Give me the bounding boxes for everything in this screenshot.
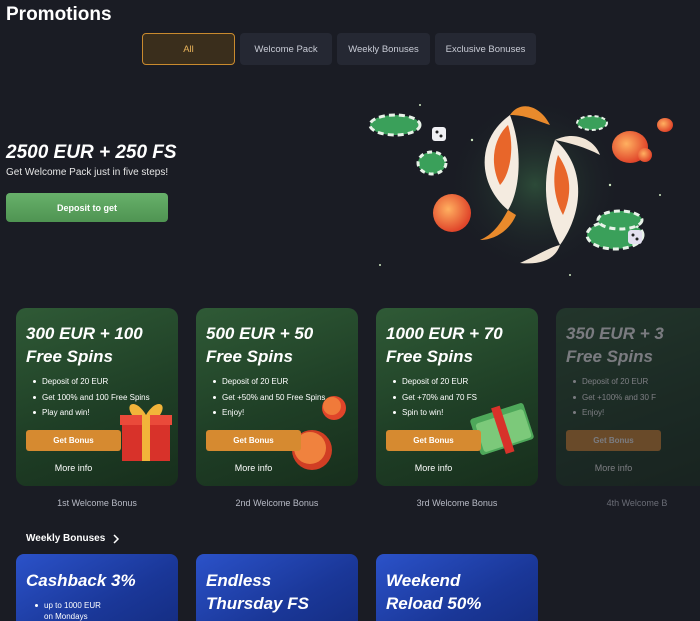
list-item: up to 1000 EUR (35, 601, 101, 610)
promo-tabs: All Welcome Pack Weekly Bonuses Exclusiv… (142, 33, 536, 65)
weekly-bonuses-link[interactable]: Weekly Bonuses (26, 533, 120, 544)
deposit-button[interactable]: Deposit to get (6, 193, 168, 222)
get-bonus-button[interactable]: Get Bonus (386, 430, 481, 451)
card-bullets: Deposit of 20 EUR Get +70% and 70 FS Spi… (393, 377, 477, 424)
card-title: 300 EUR + 100 Free Spins (26, 324, 143, 366)
dice-icon (628, 230, 642, 244)
get-bonus-button[interactable]: Get Bonus (566, 430, 661, 451)
card-title: Cashback 3% (26, 571, 136, 590)
casino-chip-icon (368, 113, 422, 137)
casino-chip-icon (576, 115, 608, 131)
more-info-link[interactable]: More info (386, 463, 481, 473)
hero-title: 2500 EUR + 250 FS (6, 142, 177, 163)
get-bonus-button[interactable]: Get Bonus (26, 430, 121, 451)
page-title: Promotions (6, 4, 112, 25)
card-title: Endless Thursday FS (206, 571, 309, 613)
coin-icon (638, 148, 652, 162)
list-item: Spin to win! (393, 408, 477, 424)
welcome-bonus-card[interactable]: 300 EUR + 100 Free Spins Deposit of 20 E… (16, 308, 178, 486)
casino-chip-icon (596, 209, 644, 231)
list-item: Enjoy! (572, 408, 656, 424)
tab-exclusive-bonuses[interactable]: Exclusive Bonuses (435, 33, 536, 65)
casino-chip-icon (416, 150, 448, 176)
tab-welcome-pack[interactable]: Welcome Pack (240, 33, 332, 65)
more-info-link[interactable]: More info (206, 463, 301, 473)
list-item: Deposit of 20 EUR (33, 377, 150, 393)
more-info-link[interactable]: More info (566, 463, 661, 473)
gift-box-icon (120, 404, 172, 461)
tab-weekly-bonuses[interactable]: Weekly Bonuses (337, 33, 430, 65)
card-title: 500 EUR + 50 Free Spins (206, 324, 314, 366)
card-caption: 1st Welcome Bonus (57, 498, 137, 508)
card-bullets: up to 1000 EUR on Mondays (35, 600, 101, 621)
list-item: Deposit of 20 EUR (572, 377, 656, 393)
card-title: 350 EUR + 3 Free Spins (566, 324, 664, 366)
welcome-bonus-card[interactable]: 350 EUR + 3 Free Spins Deposit of 20 EUR… (556, 308, 700, 486)
welcome-bonus-card[interactable]: 500 EUR + 50 Free Spins Deposit of 20 EU… (196, 308, 358, 486)
list-item: Get +70% and 70 FS (393, 393, 477, 409)
coin-icon (433, 194, 471, 232)
get-bonus-button[interactable]: Get Bonus (206, 430, 301, 451)
chevron-right-icon (113, 533, 120, 544)
more-info-link[interactable]: More info (26, 463, 121, 473)
card-caption: 2nd Welcome Bonus (235, 498, 319, 508)
card-caption: 3rd Welcome Bonus (416, 498, 498, 508)
card-caption: 4th Welcome B (606, 498, 668, 508)
card-bullets: Deposit of 20 EUR Get +100% and 30 F Enj… (572, 377, 656, 424)
koi-fish-illustration (368, 95, 673, 276)
weekly-bonus-card[interactable]: Weekend Reload 50% (376, 554, 538, 621)
weekly-bonus-card[interactable]: Cashback 3% up to 1000 EUR on Mondays (16, 554, 178, 621)
list-item: on Mondays (44, 612, 88, 621)
weekly-bonus-card[interactable]: Endless Thursday FS (196, 554, 358, 621)
coin-icon (657, 118, 673, 132)
dice-icon (432, 127, 446, 141)
tab-all[interactable]: All (142, 33, 235, 65)
card-title: Weekend Reload 50% (386, 571, 482, 613)
list-item: Get +100% and 30 F (572, 393, 656, 409)
section-title: Weekly Bonuses (26, 533, 106, 544)
welcome-bonus-card[interactable]: 1000 EUR + 70 Free Spins Deposit of 20 E… (376, 308, 538, 486)
hero-subtitle: Get Welcome Pack just in five steps! (6, 167, 169, 178)
card-title: 1000 EUR + 70 Free Spins (386, 324, 503, 366)
list-item: Deposit of 20 EUR (393, 377, 477, 393)
